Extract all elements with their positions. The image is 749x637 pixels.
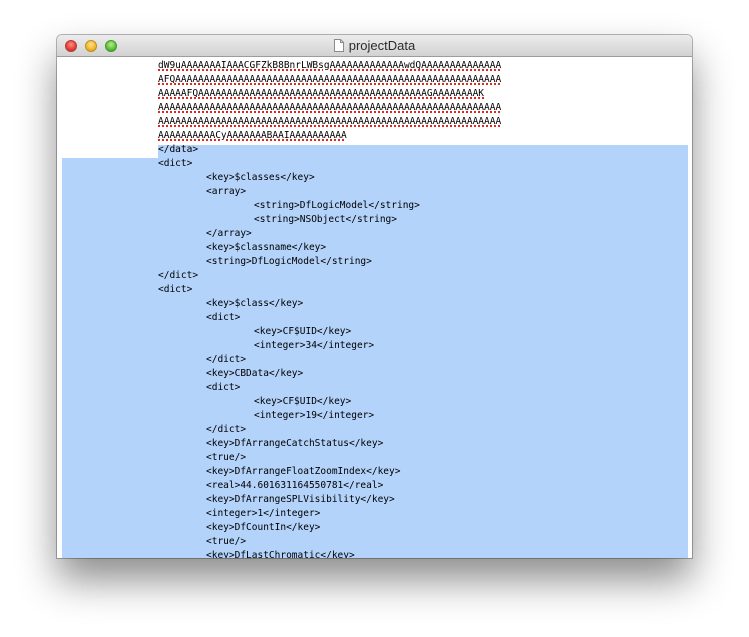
- code-line-text: <string>NSObject</string>: [254, 214, 397, 225]
- code-line-text: <true/>: [206, 536, 247, 547]
- code-line-text: <string>DfLogicModel</string>: [206, 256, 372, 267]
- code-line-text: <key>CBData</key>: [206, 368, 304, 379]
- code-line: <integer>1</integer>: [158, 507, 501, 521]
- code-line: <string>DfLogicModel</string>: [158, 255, 501, 269]
- code-line-text: <array>: [206, 186, 247, 197]
- code-line: <dict>: [158, 311, 501, 325]
- text-editor[interactable]: dW9uAAAAAAAIAAACGFZkB8BnrLWBsgAAAAAAAAAA…: [57, 57, 692, 558]
- code-line: <true/>: [158, 451, 501, 465]
- document-window: projectData dW9uAAAAAAAIAAACGFZkB8BnrLWB…: [57, 35, 692, 558]
- code-line-text: AAAAAAAAAAAAAAAAAAAAAAAAAAAAAAAAAAAAAAAA…: [158, 116, 502, 127]
- code-line-text: <dict>: [206, 312, 241, 323]
- code-line: <key>DfCountIn</key>: [158, 521, 501, 535]
- code-line-text: AFQAAAAAAAAAAAAAAAAAAAAAAAAAAAAAAAAAAAAA…: [158, 74, 502, 85]
- code-line-text: <integer>1</integer>: [206, 508, 321, 519]
- code-line: AAAAAAAAAAAAAAAAAAAAAAAAAAAAAAAAAAAAAAAA…: [158, 115, 501, 129]
- code-line: AAAAAAAAAAAAAAAAAAAAAAAAAAAAAAAAAAAAAAAA…: [158, 101, 501, 115]
- code-line: </dict>: [158, 423, 501, 437]
- code-line-text: </data>: [158, 144, 199, 155]
- code-line-text: <key>$classes</key>: [206, 172, 315, 183]
- code-line: </dict>: [158, 353, 501, 367]
- code-line-text: </dict>: [158, 270, 199, 281]
- code-line-text: </dict>: [206, 424, 247, 435]
- code-line-text: <true/>: [206, 452, 247, 463]
- code-line-text: <string>DfLogicModel</string>: [254, 200, 420, 211]
- window-title-area: projectData: [57, 38, 692, 54]
- code-line-text: </dict>: [206, 354, 247, 365]
- code-line: <key>CBData</key>: [158, 367, 501, 381]
- code-line: <dict>: [158, 381, 501, 395]
- code-line: <integer>34</integer>: [158, 339, 501, 353]
- code-line-text: <integer>19</integer>: [254, 410, 375, 421]
- code-line-text: <dict>: [206, 382, 241, 393]
- code-line-text: AAAAAAAAAAAAAAAAAAAAAAAAAAAAAAAAAAAAAAAA…: [158, 102, 502, 113]
- text-content[interactable]: dW9uAAAAAAAIAAACGFZkB8BnrLWBsgAAAAAAAAAA…: [158, 59, 501, 558]
- code-line: </data>: [158, 143, 501, 157]
- code-line: <key>$classname</key>: [158, 241, 501, 255]
- code-line: </array>: [158, 227, 501, 241]
- code-line-text: <dict>: [158, 284, 193, 295]
- code-line: <key>DfArrangeCatchStatus</key>: [158, 437, 501, 451]
- code-line-text: <key>DfCountIn</key>: [206, 522, 321, 533]
- code-line: <integer>19</integer>: [158, 409, 501, 423]
- code-line: AFQAAAAAAAAAAAAAAAAAAAAAAAAAAAAAAAAAAAAA…: [158, 73, 501, 87]
- code-line: <array>: [158, 185, 501, 199]
- code-line: <real>44.601631164550781</real>: [158, 479, 501, 493]
- code-line-text: <key>DfArrangeSPLVisibility</key>: [206, 494, 395, 505]
- window-title: projectData: [348, 38, 416, 53]
- code-line: <true/>: [158, 535, 501, 549]
- code-line: <key>DfLastChromatic</key>: [158, 549, 501, 558]
- document-icon[interactable]: [333, 39, 344, 52]
- code-line-text: <key>DfArrangeCatchStatus</key>: [206, 438, 384, 449]
- code-line-text: <key>$classname</key>: [206, 242, 327, 253]
- code-line: <key>$class</key>: [158, 297, 501, 311]
- code-line-text: <integer>34</integer>: [254, 340, 375, 351]
- code-line-text: <key>CF$UID</key>: [254, 396, 352, 407]
- code-line: </dict>: [158, 269, 501, 283]
- code-line: <dict>: [158, 283, 501, 297]
- code-line-text: AAAAAFQAAAAAAAAAAAAAAAAAAAAAAAAAAAAAAAAA…: [158, 88, 485, 99]
- code-line: <key>CF$UID</key>: [158, 395, 501, 409]
- code-line: <key>DfArrangeSPLVisibility</key>: [158, 493, 501, 507]
- code-line-text: dW9uAAAAAAAIAAACGFZkB8BnrLWBsgAAAAAAAAAA…: [158, 60, 502, 71]
- code-line: <string>NSObject</string>: [158, 213, 501, 227]
- code-line-text: <key>$class</key>: [206, 298, 304, 309]
- code-line: AAAAAFQAAAAAAAAAAAAAAAAAAAAAAAAAAAAAAAAA…: [158, 87, 501, 101]
- code-line: dW9uAAAAAAAIAAACGFZkB8BnrLWBsgAAAAAAAAAA…: [158, 59, 501, 73]
- code-line: <dict>: [158, 157, 501, 171]
- code-line: <key>DfArrangeFloatZoomIndex</key>: [158, 465, 501, 479]
- title-bar[interactable]: projectData: [57, 35, 692, 57]
- code-line-text: <key>CF$UID</key>: [254, 326, 352, 337]
- code-line-text: </array>: [206, 228, 252, 239]
- code-line: <key>CF$UID</key>: [158, 325, 501, 339]
- code-line-text: <key>DfLastChromatic</key>: [206, 550, 355, 558]
- code-line-text: <dict>: [158, 158, 193, 169]
- code-line-text: AAAAAAAAAACyAAAAAAABAAIAAAAAAAAAA: [158, 130, 347, 141]
- code-line: AAAAAAAAAACyAAAAAAABAAIAAAAAAAAAA: [158, 129, 501, 143]
- code-line: <key>$classes</key>: [158, 171, 501, 185]
- code-line-text: <key>DfArrangeFloatZoomIndex</key>: [206, 466, 401, 477]
- code-line-text: <real>44.601631164550781</real>: [206, 480, 384, 491]
- code-line: <string>DfLogicModel</string>: [158, 199, 501, 213]
